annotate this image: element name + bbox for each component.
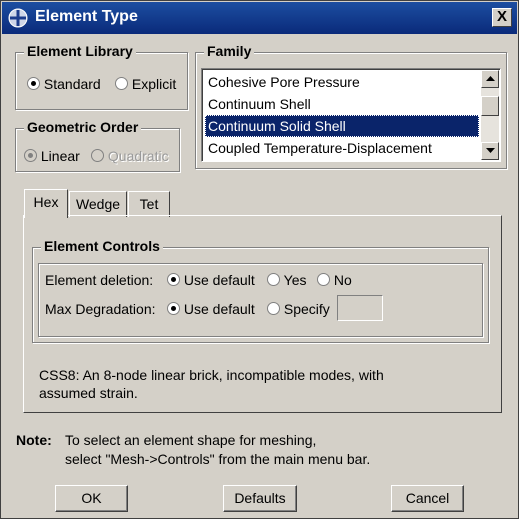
window-title: Element Type	[35, 8, 138, 25]
radio-degradation-specify-label: Specify	[283, 301, 330, 317]
radio-deletion-default-indicator[interactable]	[167, 273, 180, 286]
radio-degradation-default-label: Use default	[183, 301, 255, 317]
family-label: Family	[204, 43, 255, 59]
title-bar[interactable]: Element Type X	[2, 2, 517, 34]
radio-degradation-default[interactable]: Use default	[167, 301, 255, 317]
max-degradation-label: Max Degradation:	[45, 301, 156, 317]
cancel-button-label: Cancel	[405, 490, 450, 506]
radio-deletion-yes-label: Yes	[283, 272, 307, 288]
family-item[interactable]: Continuum Shell	[205, 93, 479, 115]
radio-degradation-default-indicator[interactable]	[167, 302, 180, 315]
arrow-up-icon	[486, 76, 495, 81]
ok-button-label: OK	[81, 490, 102, 506]
cancel-button[interactable]: Cancel	[391, 485, 464, 512]
ok-button[interactable]: OK	[55, 485, 128, 512]
radio-degradation-specify-indicator[interactable]	[267, 302, 280, 315]
radio-linear[interactable]: Linear	[24, 148, 80, 164]
tab-hex-label: Hex	[33, 194, 59, 210]
radio-deletion-default[interactable]: Use default	[167, 272, 255, 288]
note-line2: select "Mesh->Controls" from the main me…	[65, 451, 371, 467]
radio-standard[interactable]: Standard	[27, 76, 101, 92]
radio-linear-label: Linear	[40, 148, 80, 164]
element-library-label: Element Library	[24, 43, 136, 59]
element-deletion-label: Element deletion:	[45, 272, 154, 288]
radio-standard-indicator[interactable]	[27, 77, 40, 90]
arrow-down-icon	[486, 148, 495, 153]
radio-deletion-no-indicator[interactable]	[317, 273, 330, 286]
app-icon	[8, 8, 28, 28]
radio-deletion-no[interactable]: No	[317, 272, 352, 288]
element-type-dialog: Element Type X Element Library Standard …	[0, 0, 519, 519]
scroll-up-button[interactable]	[481, 70, 499, 88]
family-item-selected[interactable]: Continuum Solid Shell	[205, 115, 479, 137]
tab-tet[interactable]: Tet	[128, 191, 170, 217]
close-button[interactable]: X	[492, 8, 512, 27]
scroll-thumb[interactable]	[481, 96, 499, 116]
radio-quadratic-indicator	[91, 149, 104, 162]
radio-degradation-specify[interactable]: Specify	[267, 301, 330, 317]
element-description-line1: CSS8: An 8-node linear brick, incompatib…	[39, 367, 384, 383]
scroll-down-button[interactable]	[481, 142, 499, 160]
tab-wedge-label: Wedge	[75, 196, 121, 212]
radio-explicit-label: Explicit	[131, 76, 177, 92]
element-controls-label: Element Controls	[41, 238, 163, 254]
radio-deletion-default-label: Use default	[183, 272, 255, 288]
radio-explicit[interactable]: Explicit	[115, 76, 176, 92]
radio-deletion-yes[interactable]: Yes	[267, 272, 306, 288]
close-icon: X	[496, 8, 507, 25]
element-description-line2: assumed strain.	[39, 385, 138, 401]
family-list[interactable]: Cohesive Pore Pressure Continuum Shell C…	[201, 68, 501, 162]
max-degradation-input[interactable]	[337, 295, 383, 321]
radio-quadratic: Quadratic	[91, 148, 169, 164]
note-line1: To select an element shape for meshing,	[65, 432, 317, 448]
radio-linear-indicator[interactable]	[24, 149, 37, 162]
radio-standard-label: Standard	[43, 76, 101, 92]
radio-deletion-yes-indicator[interactable]	[267, 273, 280, 286]
family-scrollbar[interactable]	[481, 70, 499, 160]
radio-explicit-indicator[interactable]	[115, 77, 128, 90]
defaults-button[interactable]: Defaults	[223, 485, 297, 512]
radio-deletion-no-label: No	[333, 272, 352, 288]
geometric-order-label: Geometric Order	[24, 119, 142, 135]
family-item[interactable]: Cohesive Pore Pressure	[205, 71, 479, 93]
tab-tet-label: Tet	[139, 196, 159, 212]
tab-hex[interactable]: Hex	[24, 189, 68, 218]
tab-wedge[interactable]: Wedge	[69, 191, 127, 217]
family-item[interactable]: Coupled Temperature-Displacement	[205, 137, 479, 159]
defaults-button-label: Defaults	[234, 490, 286, 506]
note-label: Note:	[16, 432, 52, 448]
radio-quadratic-label: Quadratic	[107, 148, 169, 164]
